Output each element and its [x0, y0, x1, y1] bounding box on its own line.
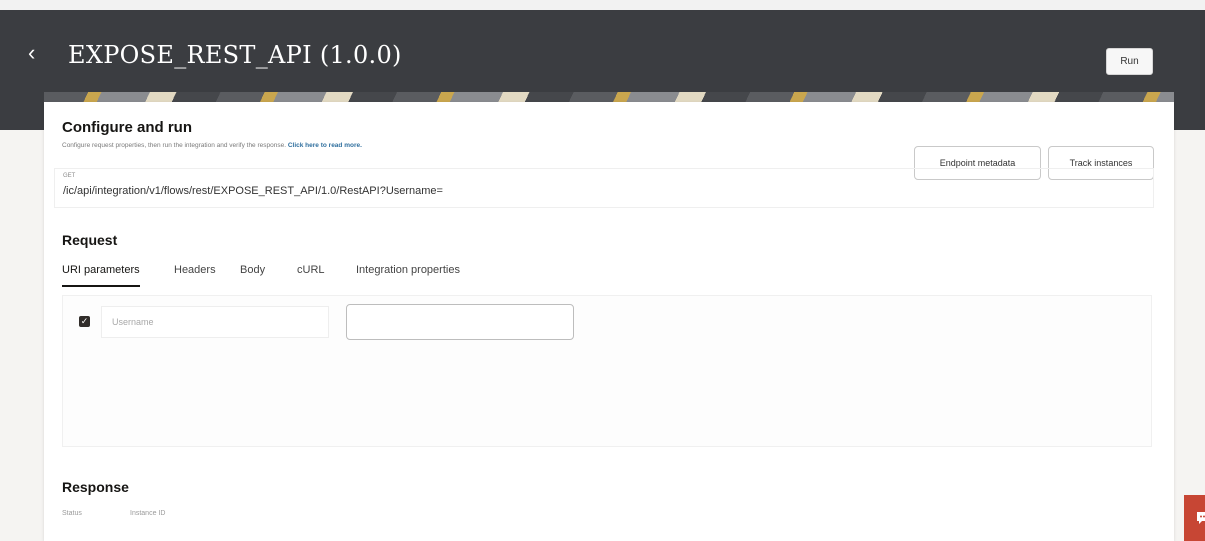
tab-headers[interactable]: Headers [174, 264, 216, 285]
configure-subtitle: Configure request properties, then run t… [62, 142, 362, 149]
request-title: Request [62, 232, 118, 248]
response-status-label: Status [62, 510, 82, 517]
param-value-input[interactable] [346, 304, 574, 340]
chevron-left-icon: ‹ [28, 40, 36, 65]
response-instance-label: Instance ID [130, 510, 166, 517]
endpoint-url-box: GET /ic/api/integration/v1/flows/rest/EX… [54, 168, 1154, 208]
run-button[interactable]: Run [1106, 48, 1153, 75]
param-name-field: Username [101, 306, 329, 338]
page-title: EXPOSE_REST_API (1.0.0) [68, 41, 402, 69]
param-enabled-checkbox[interactable]: ✓ [79, 316, 90, 327]
configure-run-card: Configure and run Configure request prop… [44, 102, 1174, 541]
tab-uri-parameters[interactable]: URI parameters [62, 264, 140, 287]
configure-title: Configure and run [62, 119, 192, 136]
check-icon: ✓ [80, 316, 89, 326]
tab-curl[interactable]: cURL [297, 264, 325, 285]
chat-button[interactable] [1184, 495, 1205, 541]
tab-body[interactable]: Body [240, 264, 265, 285]
http-method: GET [63, 173, 76, 179]
uri-parameters-panel: ✓ Username [62, 295, 1152, 447]
response-title: Response [62, 479, 129, 495]
decorative-banner [44, 92, 1174, 102]
back-button[interactable]: ‹ [28, 42, 48, 66]
chat-icon [1197, 512, 1205, 524]
read-more-link[interactable]: Click here to read more. [288, 142, 362, 149]
endpoint-url: /ic/api/integration/v1/flows/rest/EXPOSE… [63, 185, 443, 197]
configure-description: Configure request properties, then run t… [62, 142, 287, 149]
tab-integration-properties[interactable]: Integration properties [356, 264, 460, 285]
